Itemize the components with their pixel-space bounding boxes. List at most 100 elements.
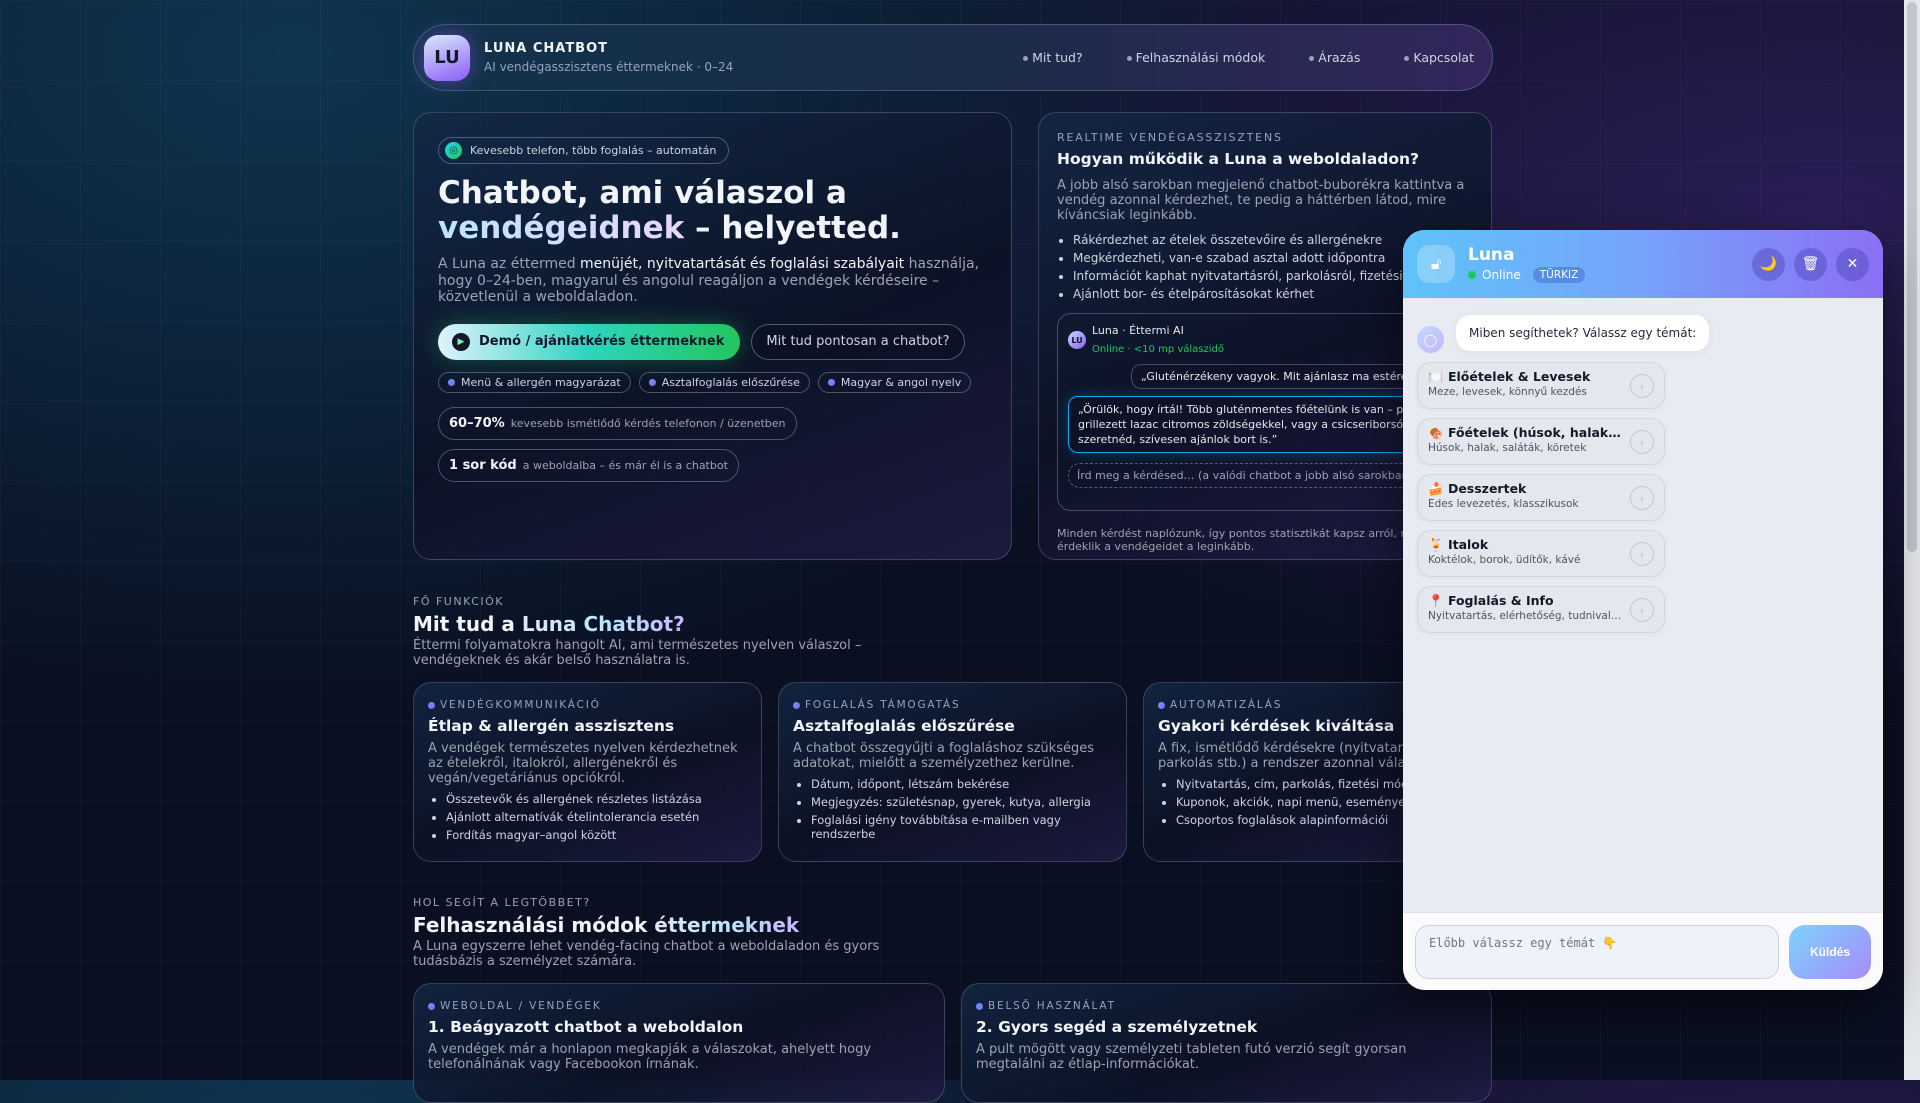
list-item: Ajánlott alternatívák ételintolerancia e… [446, 810, 747, 824]
dot-icon [793, 701, 800, 709]
theme-badge[interactable]: TÜRKIZ [1532, 267, 1586, 283]
lead-bold: menüjét, nyitvatartását és foglalási sza… [580, 256, 905, 272]
usecase-card: BELSŐ HASZNÁLAT 2. Gyors segéd a személy… [961, 983, 1492, 1103]
hero-card: ◎ Kevesebb telefon, több foglalás – auto… [413, 112, 1012, 560]
dot-icon [976, 1002, 983, 1010]
topic-subtitle: Koktélok, borok, üdítők, kávé [1428, 554, 1581, 566]
tag: Magyar & angol nyelv [817, 371, 972, 393]
pin-icon: 📍 [1428, 593, 1444, 608]
tag-label: Menü & allergén magyarázat [461, 375, 621, 389]
cake-icon: 🍰 [1428, 481, 1444, 496]
play-icon: ▶ [452, 332, 470, 351]
demo-request-button[interactable]: ▶ Demó / ajánlatkérés éttermeknek [438, 323, 741, 360]
hero-title-end: – helyetted. [684, 210, 901, 246]
usecases-description: A Luna egyszerre lehet vendég-facing cha… [413, 939, 880, 969]
card-eyebrow: WEBOLDAL / VENDÉGEK [440, 1000, 602, 1012]
tag: Asztalfoglalás előszűrése [638, 371, 810, 393]
dot-icon [428, 1002, 435, 1010]
card-title: 2. Gyors segéd a személyzetnek [976, 1018, 1258, 1036]
tag: Menü & allergén magyarázat [438, 371, 631, 393]
dot-icon [428, 701, 435, 709]
card-eyebrow: BELSŐ HASZNÁLAT [988, 1000, 1116, 1012]
moon-icon[interactable]: 🌙 [1752, 247, 1785, 281]
preview-name: Luna · Éttermi AI [1092, 324, 1184, 337]
nav-link-features[interactable]: Mit tud? [1023, 50, 1083, 65]
chevron-right-icon: › [1630, 374, 1654, 398]
card-eyebrow: FOGLALÁS TÁMOGATÁS [805, 699, 961, 711]
preview-status: Online · <10 mp válaszidő [1092, 344, 1224, 355]
hero-lead: A Luna az éttermed menüjét, nyitvatartás… [438, 256, 987, 306]
usecases-title: Felhasználási módok éttermeknek [413, 913, 799, 937]
tag-label: Asztalfoglalás előszűrése [661, 375, 800, 389]
feature-tags: Menü & allergén magyarázat Asztalfoglalá… [438, 371, 987, 393]
usecases-label: HOL SEGÍT A LEGTÖBBET? [413, 896, 591, 909]
usecase-card: WEBOLDAL / VENDÉGEK 1. Beágyazott chatbo… [413, 983, 945, 1103]
brand-title: LUNA CHATBOT [484, 40, 609, 56]
stat-value: 60–70% [449, 415, 505, 431]
title-highlight: éttermeknek [654, 913, 800, 937]
nav-link-contact[interactable]: Kapcsolat [1404, 50, 1474, 65]
send-button[interactable]: Küldés [1789, 924, 1871, 979]
brand-subtitle: AI vendégasszisztens éttermeknek · 0–24 [484, 59, 734, 74]
card-title: Asztalfoglalás előszűrése [793, 717, 1015, 735]
dot-icon [448, 378, 455, 386]
tag-label: Magyar & angol nyelv [840, 375, 962, 389]
card-text: A chatbot összegyűjti a foglaláshoz szük… [793, 741, 1094, 771]
topic-title: Italok [1447, 537, 1489, 552]
chevron-right-icon: › [1630, 598, 1654, 622]
hero-title-line1: Chatbot, ami válaszol a [438, 175, 847, 211]
topic-button-mains[interactable]: 🍖 Főételek (húsok, halak, saláták) Húsok,… [1417, 418, 1665, 465]
list-item: Dátum, időpont, létszám bekérése [811, 777, 1112, 791]
hero-title-highlight: vendégeidnek [438, 210, 685, 246]
stat-label: a weboldalba – és már él is a chatbot [522, 458, 728, 472]
hero-pill: ◎ Kevesebb telefon, több foglalás – auto… [438, 137, 730, 164]
hero-title: Chatbot, ami válaszol a vendégeidnek – he… [438, 176, 987, 246]
topic-button-booking[interactable]: 📍 Foglalás & Info Nyitvatartás, elérhetős… [1417, 586, 1665, 633]
topic-subtitle: Húsok, halak, saláták, köretek [1428, 442, 1587, 454]
top-navbar: LU LUNA CHATBOT AI vendégasszisztens étt… [413, 24, 1493, 91]
features-label: FŐ FUNKCIÓK [413, 595, 504, 608]
nav-link-pricing[interactable]: Árazás [1309, 50, 1360, 65]
chat-name: Luna [1468, 245, 1515, 265]
avatar: LU [1068, 331, 1086, 349]
stat-value: 1 sor kód [449, 457, 517, 473]
realtime-description: A jobb alsó sarokban megjelenő chatbot-b… [1057, 178, 1465, 223]
feature-card: FOGLALÁS TÁMOGATÁS Asztalfoglalás előszű… [778, 682, 1127, 862]
feature-card: VENDÉGKOMMUNIKÁCIÓ Étlap & allergén assz… [413, 682, 762, 862]
close-icon[interactable]: ✕ [1836, 247, 1869, 281]
bot-avatar-icon: ◯ [1417, 326, 1444, 353]
chat-header: 🔓︎ Luna Online TÜRKIZ 🌙 🗑 ✕ [1403, 230, 1883, 298]
dot-icon [827, 378, 835, 386]
list-item: Megjegyzés: születésnap, gyerek, kutya, … [811, 795, 1112, 809]
list-item: Összetevők és allergének részletes listá… [446, 792, 747, 806]
card-text: A vendégek már a honlapon megkapják a vá… [428, 1042, 872, 1072]
trash-icon[interactable]: 🗑 [1794, 247, 1827, 281]
title-highlight: Luna Chatbot? [521, 612, 685, 636]
topic-button-drinks[interactable]: 🍹 Italok Koktélok, borok, üdítők, kávé › [1417, 530, 1665, 577]
main-nav: Mit tud? Felhasználási módok Árazás Kapc… [1023, 50, 1482, 65]
features-button[interactable]: Mit tud pontosan a chatbot? [751, 323, 965, 360]
stat-label: kevesebb ismétlődő kérdés telefonon / üz… [510, 416, 786, 430]
topic-subtitle: Édes levezetés, klasszikusok [1428, 498, 1579, 510]
title-part: Felhasználási módok [413, 913, 655, 937]
topic-subtitle: Meze, levesek, könnyű kezdés [1428, 386, 1587, 398]
page-scrollbar[interactable] [1904, 0, 1920, 1080]
topic-title: Foglalás & Info [1447, 593, 1554, 608]
topic-title: Előételek & Levesek [1447, 369, 1591, 384]
card-title: 1. Beágyazott chatbot a weboldalon [428, 1018, 744, 1036]
card-eyebrow: VENDÉGKOMMUNIKÁCIÓ [440, 699, 601, 711]
card-text: A pult mögött vagy személyzeti tableten … [976, 1042, 1407, 1072]
plate-icon: 🍽️ [1428, 369, 1444, 384]
realtime-eyebrow: REALTIME VENDÉGASSZISZTENS [1057, 131, 1283, 144]
bot-greeting: Miben segíthetek? Válassz egy témát: [1456, 314, 1710, 351]
topic-button-desserts[interactable]: 🍰 Desszertek Édes levezetés, klasszikusok… [1417, 474, 1665, 521]
scrollbar-thumb[interactable] [1907, 2, 1917, 552]
cocktail-icon: 🍹 [1428, 537, 1444, 552]
topic-button-appetizers[interactable]: 🍽️ Előételek & Levesek Meze, levesek, kön… [1417, 362, 1665, 409]
chat-messages: ◯ Miben segíthetek? Válassz egy témát: 🍽… [1403, 298, 1883, 647]
nav-link-usecases[interactable]: Felhasználási módok [1127, 50, 1266, 65]
topic-title: Főételek (húsok, halak, saláták) [1447, 425, 1623, 440]
chat-widget: 🔓︎ Luna Online TÜRKIZ 🌙 🗑 ✕ ◯ Miben segít… [1403, 230, 1883, 990]
logo[interactable]: LU [424, 34, 470, 81]
chat-message-input[interactable] [1415, 924, 1779, 979]
